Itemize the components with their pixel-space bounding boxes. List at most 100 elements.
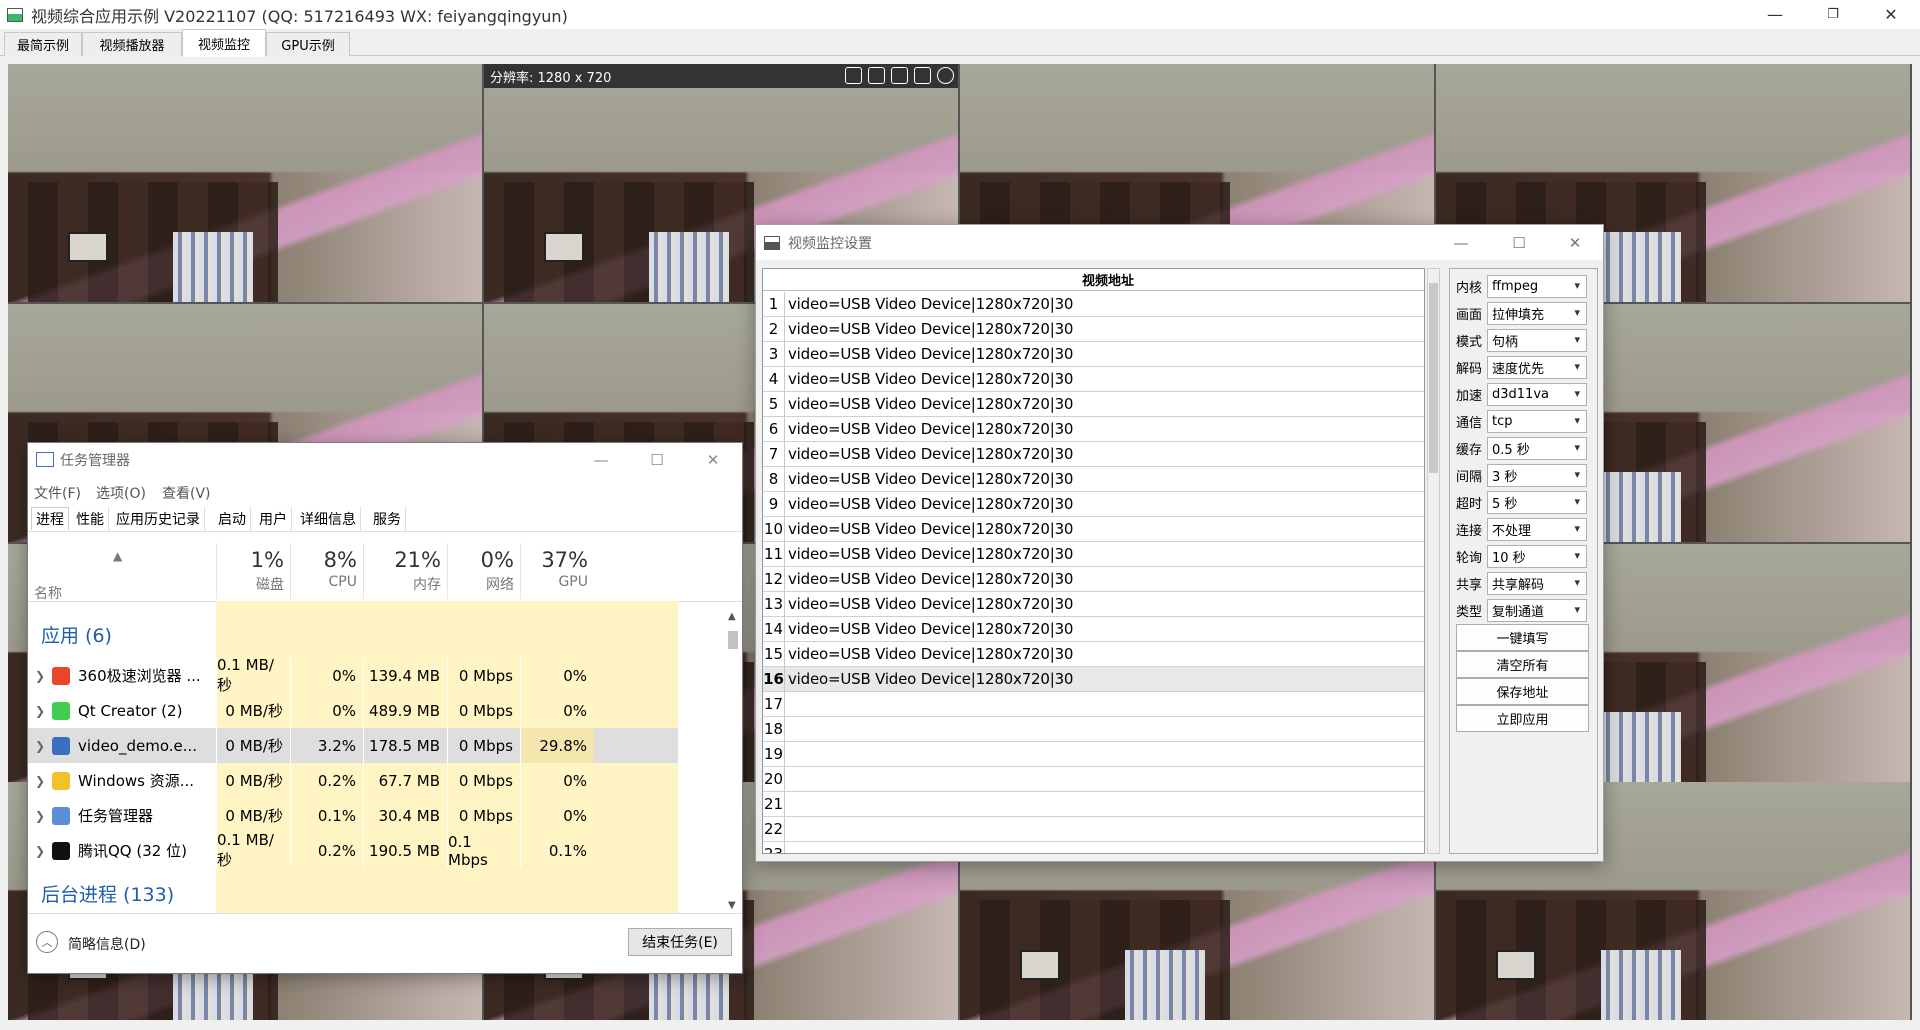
url-table-row[interactable]: 1 video=USB Video Device|1280x720|30	[763, 291, 1424, 317]
tm-scroll-thumb[interactable]	[728, 631, 738, 649]
option-combobox[interactable]: 5 秒	[1487, 490, 1587, 514]
column-header[interactable]: 37% GPU	[520, 543, 594, 599]
tm-tab-app-history[interactable]: 应用历史记录	[112, 507, 205, 531]
row-url[interactable]: video=USB Video Device|1280x720|30	[785, 320, 1073, 338]
tm-maximize-button[interactable]: ☐	[628, 443, 686, 476]
tm-tab-services[interactable]: 服务	[369, 507, 406, 531]
row-url[interactable]: video=USB Video Device|1280x720|30	[785, 570, 1073, 588]
fewer-details-link[interactable]: 简略信息(D)	[68, 934, 146, 954]
url-table-row[interactable]: 6 video=USB Video Device|1280x720|30	[763, 416, 1424, 442]
fill-all-button[interactable]: 一键填写	[1456, 624, 1589, 651]
url-table-row[interactable]: 13 video=USB Video Device|1280x720|30	[763, 591, 1424, 617]
url-table-row[interactable]: 12 video=USB Video Device|1280x720|30	[763, 566, 1424, 592]
row-url[interactable]: video=USB Video Device|1280x720|30	[785, 595, 1073, 613]
tm-tab-details[interactable]: 详细信息	[296, 507, 361, 531]
minimize-button[interactable]: —	[1746, 0, 1804, 29]
tm-scrollbar[interactable]: ▲ ▼	[725, 609, 742, 913]
expand-chevron-icon[interactable]: ❯	[28, 809, 52, 823]
url-table-row[interactable]: 2 video=USB Video Device|1280x720|30	[763, 316, 1424, 342]
url-table-row[interactable]: 17	[763, 691, 1424, 717]
row-url[interactable]: video=USB Video Device|1280x720|30	[785, 645, 1073, 663]
close-button[interactable]: ✕	[1862, 0, 1920, 29]
url-table-row[interactable]: 20	[763, 766, 1424, 792]
row-url[interactable]: video=USB Video Device|1280x720|30	[785, 420, 1073, 438]
clear-all-button[interactable]: 清空所有	[1456, 651, 1589, 678]
tab-simple[interactable]: 最简示例	[4, 32, 82, 56]
process-row[interactable]: ❯ video_demo.e... 0 MB/秒 3.2% 178.5 MB 0 Mbps…	[28, 728, 678, 763]
close-video-icon[interactable]	[937, 67, 954, 84]
option-combobox[interactable]: 句柄	[1487, 328, 1587, 352]
expand-chevron-icon[interactable]: ❯	[28, 844, 52, 858]
option-combobox[interactable]: 速度优先	[1487, 355, 1587, 379]
option-combobox[interactable]: tcp	[1487, 409, 1587, 433]
folder-icon[interactable]	[868, 67, 885, 84]
settings-maximize-button[interactable]: ☐	[1490, 225, 1548, 260]
column-header[interactable]: 0% 网络	[447, 543, 520, 599]
url-table-row[interactable]: 11 video=USB Video Device|1280x720|30	[763, 541, 1424, 567]
chevron-up-icon[interactable]: ︿	[36, 931, 58, 953]
url-table-row[interactable]: 3 video=USB Video Device|1280x720|30	[763, 341, 1424, 367]
menu-file[interactable]: 文件(F)	[34, 483, 81, 503]
tab-monitor[interactable]: 视频监控	[182, 29, 266, 57]
url-table-row[interactable]: 14 video=USB Video Device|1280x720|30	[763, 616, 1424, 642]
tm-close-button[interactable]: ✕	[684, 443, 742, 476]
url-table-row[interactable]: 21	[763, 791, 1424, 817]
record-icon[interactable]	[914, 67, 931, 84]
process-row[interactable]: ❯ Qt Creator (2) 0 MB/秒 0% 489.9 MB 0 Mbps 0%	[28, 693, 678, 728]
row-url[interactable]: video=USB Video Device|1280x720|30	[785, 520, 1073, 538]
url-table-row[interactable]: 18	[763, 716, 1424, 742]
tab-gpu[interactable]: GPU示例	[266, 32, 350, 56]
option-combobox[interactable]: 共享解码	[1487, 571, 1587, 595]
row-url[interactable]: video=USB Video Device|1280x720|30	[785, 495, 1073, 513]
url-table-row[interactable]: 16 video=USB Video Device|1280x720|30	[763, 666, 1424, 692]
url-table-row[interactable]: 10 video=USB Video Device|1280x720|30	[763, 516, 1424, 542]
option-combobox[interactable]: 拉伸填充	[1487, 301, 1587, 325]
end-task-button[interactable]: 结束任务(E)	[628, 928, 732, 956]
row-url[interactable]: video=USB Video Device|1280x720|30	[785, 670, 1073, 688]
process-row[interactable]: ❯ 腾讯QQ (32 位) 0.1 MB/秒 0.2% 190.5 MB 0.1 Mbps…	[28, 831, 678, 869]
apps-section-header[interactable]: 应用 (6)	[41, 621, 112, 648]
column-header[interactable]: 8% CPU	[290, 543, 363, 599]
tm-tab-processes[interactable]: 进程	[31, 507, 69, 531]
row-url[interactable]: video=USB Video Device|1280x720|30	[785, 470, 1073, 488]
settings-close-button[interactable]: ✕	[1546, 225, 1604, 260]
save-address-button[interactable]: 保存地址	[1456, 678, 1589, 705]
apply-now-button[interactable]: 立即应用	[1456, 705, 1589, 732]
settings-minimize-button[interactable]: —	[1432, 225, 1490, 260]
row-url[interactable]: video=USB Video Device|1280x720|30	[785, 445, 1073, 463]
tm-tab-performance[interactable]: 性能	[72, 507, 109, 531]
column-header[interactable]: 1% 磁盘	[216, 543, 290, 599]
tm-tab-startup[interactable]: 启动	[214, 507, 251, 531]
row-url[interactable]: video=USB Video Device|1280x720|30	[785, 370, 1073, 388]
option-combobox[interactable]: 0.5 秒	[1487, 436, 1587, 460]
option-combobox[interactable]: 10 秒	[1487, 544, 1587, 568]
url-table-row[interactable]: 8 video=USB Video Device|1280x720|30	[763, 466, 1424, 492]
process-row[interactable]: ❯ Windows 资源... 0 MB/秒 0.2% 67.7 MB 0 Mbps 0%	[28, 763, 678, 798]
row-url[interactable]: video=USB Video Device|1280x720|30	[785, 295, 1073, 313]
option-combobox[interactable]: ffmpeg	[1487, 274, 1587, 298]
process-row[interactable]: ❯ 任务管理器 0 MB/秒 0.1% 30.4 MB 0 Mbps 0%	[28, 798, 678, 833]
tab-player[interactable]: 视频播放器	[82, 32, 182, 56]
url-table-row[interactable]: 19	[763, 741, 1424, 767]
url-table-row[interactable]: 23	[763, 841, 1424, 853]
video-cell[interactable]	[8, 64, 482, 302]
option-combobox[interactable]: 3 秒	[1487, 463, 1587, 487]
tm-tab-users[interactable]: 用户	[255, 507, 292, 531]
url-table-row[interactable]: 7 video=USB Video Device|1280x720|30	[763, 441, 1424, 467]
expand-chevron-icon[interactable]: ❯	[28, 739, 52, 753]
name-column-header[interactable]: 名称	[34, 583, 62, 603]
scrollbar-thumb[interactable]	[1429, 283, 1438, 473]
expand-chevron-icon[interactable]: ❯	[28, 704, 52, 718]
expand-chevron-icon[interactable]: ❯	[28, 669, 52, 683]
volume-icon[interactable]	[891, 67, 908, 84]
row-url[interactable]: video=USB Video Device|1280x720|30	[785, 545, 1073, 563]
url-table-row[interactable]: 5 video=USB Video Device|1280x720|30	[763, 391, 1424, 417]
option-combobox[interactable]: d3d11va	[1487, 382, 1587, 406]
url-table-row[interactable]: 9 video=USB Video Device|1280x720|30	[763, 491, 1424, 517]
url-table-row[interactable]: 15 video=USB Video Device|1280x720|30	[763, 641, 1424, 667]
url-table-row[interactable]: 22	[763, 816, 1424, 842]
url-table-row[interactable]: 4 video=USB Video Device|1280x720|30	[763, 366, 1424, 392]
sort-arrow-icon[interactable]: ▲	[113, 549, 122, 563]
column-header[interactable]: 21% 内存	[363, 543, 447, 599]
restore-button[interactable]: ❐	[1804, 0, 1862, 29]
